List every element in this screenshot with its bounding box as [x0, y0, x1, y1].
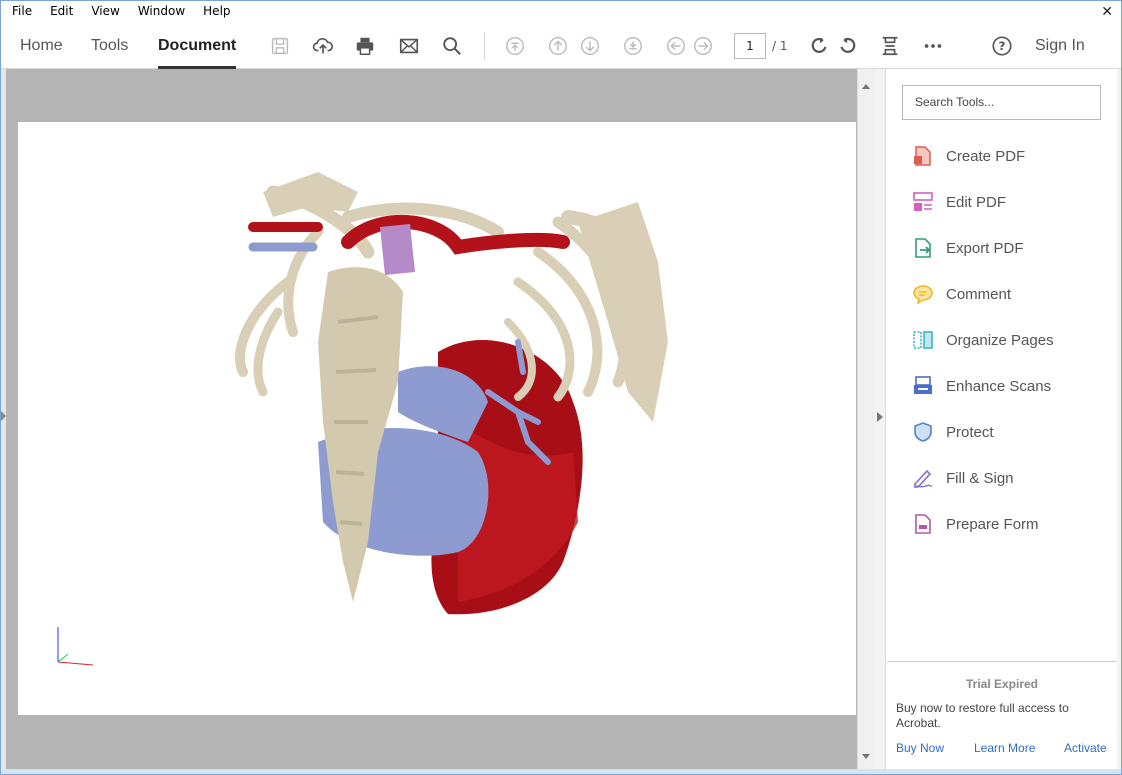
search-tools-input[interactable]: Search Tools... — [902, 85, 1101, 120]
tool-label: Enhance Scans — [946, 377, 1052, 395]
tool-label: Edit PDF — [946, 193, 1007, 211]
fill-sign-icon — [913, 469, 933, 488]
email-icon[interactable] — [397, 34, 421, 58]
axis-indicator — [57, 627, 94, 666]
tool-create-pdf[interactable]: Create PDF — [911, 141, 1025, 171]
sign-in-link[interactable]: Sign In — [1035, 22, 1085, 69]
close-icon[interactable]: ✕ — [1101, 4, 1113, 20]
page-total: / 1 — [772, 39, 788, 53]
tool-label: Organize Pages — [946, 331, 1054, 349]
buy-now-link[interactable]: Buy Now — [896, 741, 944, 755]
enhance-scans-icon — [914, 376, 932, 394]
shield-icon — [914, 422, 932, 442]
save-icon[interactable] — [268, 34, 292, 58]
tool-edit-pdf[interactable]: Edit PDF — [911, 187, 1006, 217]
vertical-scrollbar[interactable] — [857, 69, 874, 769]
toolbar: Home Tools Document 1 / 1 ? Sign In — [1, 22, 1121, 69]
tab-tools[interactable]: Tools — [91, 22, 128, 69]
forward-icon[interactable] — [691, 34, 715, 58]
scroll-down-icon[interactable] — [862, 754, 870, 759]
heart-3d-model[interactable] — [18, 122, 856, 715]
menu-view[interactable]: View — [80, 1, 126, 22]
scroll-up-icon[interactable] — [862, 84, 870, 89]
menu-window[interactable]: Window — [127, 1, 192, 22]
more-icon[interactable] — [921, 34, 945, 58]
tool-comment[interactable]: Comment — [911, 279, 1011, 309]
comment-icon — [913, 285, 933, 305]
tool-label: Prepare Form — [946, 515, 1039, 533]
tool-label: Protect — [946, 423, 994, 441]
tool-fill-sign[interactable]: Fill & Sign — [911, 463, 1014, 493]
svg-text:?: ? — [999, 39, 1006, 53]
pdf-page[interactable] — [18, 122, 856, 715]
tool-enhance-scans[interactable]: Enhance Scans — [911, 371, 1051, 401]
next-page-icon[interactable] — [578, 34, 602, 58]
tool-export-pdf[interactable]: Export PDF — [911, 233, 1024, 263]
tool-protect[interactable]: Protect — [911, 417, 994, 447]
organize-pages-icon — [913, 331, 933, 349]
page-number-input[interactable]: 1 — [734, 33, 766, 59]
first-page-icon[interactable] — [503, 34, 527, 58]
menu-help[interactable]: Help — [192, 1, 237, 22]
window-edge — [1117, 69, 1121, 769]
tool-organize-pages[interactable]: Organize Pages — [911, 325, 1054, 355]
tools-pane: Search Tools... Create PDF Edit PDF Expo… — [887, 69, 1117, 769]
menu-file[interactable]: File — [1, 1, 39, 22]
tool-label: Fill & Sign — [946, 469, 1014, 487]
acrobat-window: File Edit View Window Help ✕ Home Tools … — [0, 0, 1122, 775]
help-icon[interactable]: ? — [990, 34, 1014, 58]
tab-document[interactable]: Document — [158, 22, 237, 69]
toolbar-separator — [484, 32, 485, 60]
trial-message: Buy now to restore full access to Acroba… — [896, 701, 1069, 730]
trial-title: Trial Expired — [965, 677, 1039, 691]
tab-home[interactable]: Home — [20, 22, 63, 69]
upload-icon[interactable] — [311, 34, 335, 58]
export-pdf-icon — [915, 238, 931, 258]
menu-bar: File Edit View Window Help ✕ — [1, 1, 1121, 22]
rotate-ccw-icon[interactable] — [836, 34, 860, 58]
fit-page-icon[interactable] — [878, 34, 902, 58]
menu-edit[interactable]: Edit — [39, 1, 80, 22]
tool-prepare-form[interactable]: Prepare Form — [911, 509, 1039, 539]
search-icon[interactable] — [440, 34, 464, 58]
right-panel-toggle[interactable] — [874, 69, 886, 769]
edit-pdf-icon — [913, 192, 933, 211]
back-icon[interactable] — [664, 34, 688, 58]
last-page-icon[interactable] — [621, 34, 645, 58]
tool-label: Comment — [946, 285, 1012, 303]
learn-more-link[interactable]: Learn More — [974, 741, 1035, 755]
activate-link[interactable]: Activate — [1064, 741, 1107, 755]
tool-label: Export PDF — [946, 239, 1024, 257]
collapse-arrow-icon[interactable] — [877, 412, 883, 422]
tool-label: Create PDF — [946, 147, 1026, 165]
rotate-cw-icon[interactable] — [807, 34, 831, 58]
prev-page-icon[interactable] — [546, 34, 570, 58]
prepare-form-icon — [915, 514, 931, 534]
print-icon[interactable] — [353, 34, 377, 58]
window-bottom-edge — [1, 769, 1121, 774]
trial-expired-panel: Trial Expired Buy now to restore full ac… — [887, 661, 1117, 769]
create-pdf-icon — [914, 146, 931, 166]
